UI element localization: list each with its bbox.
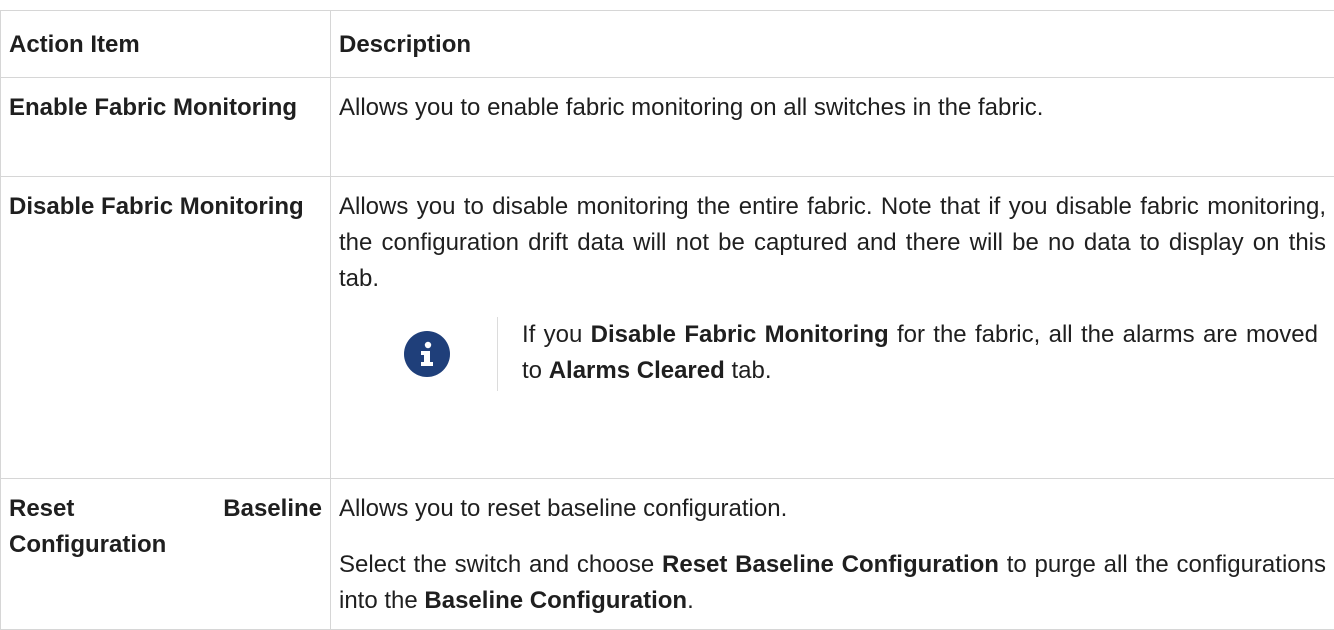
table-row: Enable Fabric Monitoring Allows you to e…	[1, 78, 1334, 177]
description-text: Allows you to disable monitoring the ent…	[339, 189, 1326, 297]
description-cell: Allows you to reset baseline configurati…	[331, 479, 1334, 630]
note-text: If you Disable Fabric Monitoring for the…	[522, 317, 1326, 391]
note-text-part: tab.	[725, 357, 772, 384]
action-items-table: Action Item Description Enable Fabric Mo…	[0, 10, 1334, 630]
description-detail: Select the switch and choose Reset Basel…	[339, 547, 1326, 619]
note-icon-column	[339, 317, 498, 391]
note-callout: If you Disable Fabric Monitoring for the…	[339, 317, 1326, 391]
detail-text-part: .	[687, 587, 694, 614]
note-bold-disable-fabric-monitoring: Disable Fabric Monitoring	[591, 321, 889, 348]
table-header-row: Action Item Description	[1, 11, 1334, 78]
description-cell: Allows you to disable monitoring the ent…	[331, 177, 1334, 479]
description-text: Allows you to enable fabric monitoring o…	[339, 90, 1326, 126]
detail-bold-reset-baseline: Reset Baseline Configuration	[662, 551, 999, 578]
description-text: Allows you to reset baseline configurati…	[339, 491, 1326, 527]
action-disable-fabric-monitoring: Disable Fabric Monitoring	[1, 177, 331, 479]
detail-bold-baseline-configuration: Baseline Configuration	[424, 587, 687, 614]
detail-text-part: Select the switch and choose	[339, 551, 662, 578]
note-bold-alarms-cleared: Alarms Cleared	[549, 357, 725, 384]
description-cell: Allows you to enable fabric monitoring o…	[331, 78, 1334, 177]
note-text-part: If you	[522, 321, 591, 348]
action-enable-fabric-monitoring: Enable Fabric Monitoring	[1, 78, 331, 177]
info-icon	[404, 331, 450, 377]
header-description: Description	[331, 11, 1334, 78]
table-row: Disable Fabric Monitoring Allows you to …	[1, 177, 1334, 479]
action-reset-baseline-configuration: Reset Baseline Configuration	[1, 479, 331, 630]
table-row: Reset Baseline Configuration Allows you …	[1, 479, 1334, 630]
header-action-item: Action Item	[1, 11, 331, 78]
